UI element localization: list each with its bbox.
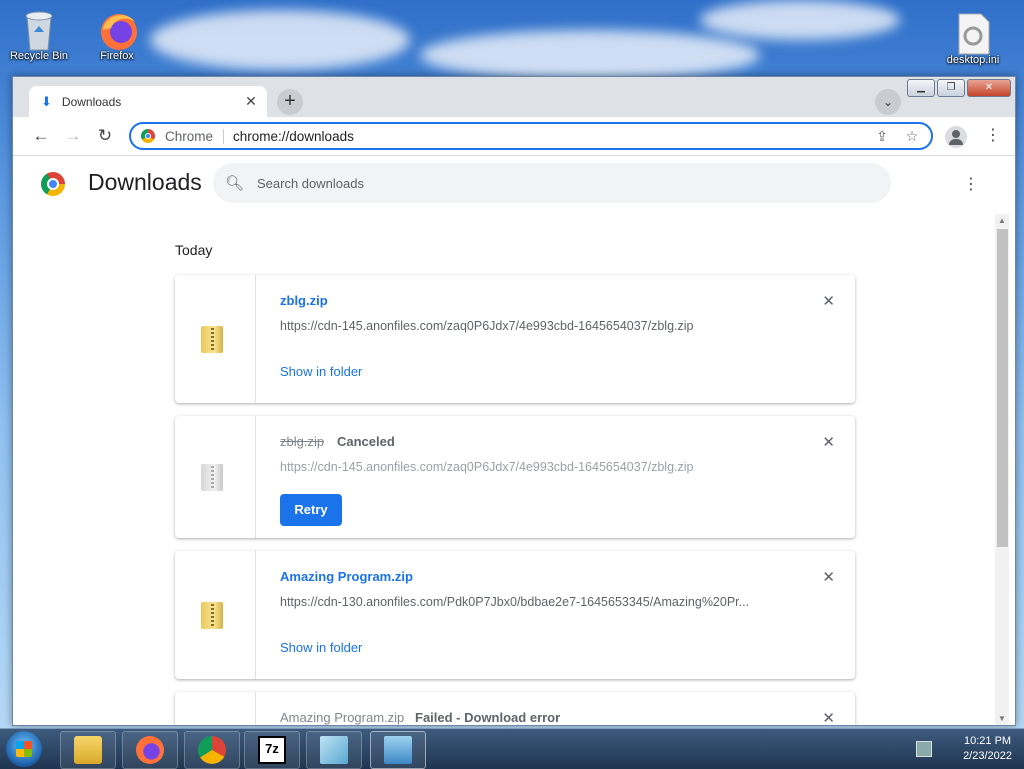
status-canceled: Canceled	[337, 434, 395, 449]
clock-date: 2/23/2022	[963, 750, 1012, 762]
download-item: Amazing Program.zip https://cdn-130.anon…	[175, 551, 855, 679]
settings-file-icon	[953, 12, 993, 55]
scroll-up-arrow-icon[interactable]: ▲	[998, 216, 1006, 225]
chrome-chip-label: Chrome	[165, 128, 225, 144]
page-more-menu-icon[interactable]: ⋮	[963, 174, 979, 194]
show-in-folder-link[interactable]: Show in folder	[280, 364, 362, 379]
firefox-label: Firefox	[100, 50, 134, 62]
desktop-ini-label: desktop.ini	[946, 54, 1000, 66]
status-failed: Failed - Download error	[415, 710, 561, 725]
zip-file-icon	[201, 323, 225, 353]
reload-icon[interactable]: ↻	[95, 126, 115, 146]
taskbar-7zip[interactable]: 7z	[244, 731, 300, 769]
address-bar[interactable]: Chrome chrome://downloads ⇪ ☆	[129, 122, 933, 150]
recycle-bin-desktop-icon[interactable]: Recycle Bin	[4, 4, 74, 62]
taskbar: 7z 10:21 PM 2/23/2022	[0, 728, 1024, 769]
search-input[interactable]	[255, 174, 859, 192]
downloads-header: Downloads 🔍︎ ⋮	[13, 156, 1015, 212]
file-url[interactable]: https://cdn-130.anonfiles.com/Pdk0P7Jbx0…	[280, 595, 749, 609]
start-button-windows-icon[interactable]	[6, 731, 42, 767]
system-clock[interactable]: 10:21 PM 2/23/2022	[963, 734, 1012, 764]
taskbar-firefox[interactable]	[122, 731, 178, 769]
remove-item-close-icon[interactable]: ✕	[822, 292, 835, 310]
tab-downloads[interactable]: ⬇ Downloads ✕	[29, 86, 267, 117]
file-url[interactable]: https://cdn-145.anonfiles.com/zaq0P6Jdx7…	[280, 460, 693, 474]
file-name-canceled: zblg.zip	[280, 434, 325, 449]
cloud	[700, 0, 900, 40]
profile-avatar-icon[interactable]	[945, 126, 967, 148]
new-tab-button[interactable]: +	[277, 89, 303, 115]
remove-item-close-icon[interactable]: ✕	[822, 433, 835, 451]
search-downloads-box[interactable]: 🔍︎	[213, 163, 891, 203]
download-item: Amazing Program.zip Failed - Download er…	[175, 692, 855, 725]
bookmark-star-icon[interactable]: ☆	[901, 128, 923, 145]
file-icon-column	[175, 416, 256, 538]
tab-search-button[interactable]: ⌄	[875, 89, 901, 115]
back-arrow-icon[interactable]: ←	[31, 126, 51, 146]
recycle-bin-label: Recycle Bin	[9, 50, 69, 62]
notepad-icon	[320, 736, 348, 764]
zip-file-icon	[201, 461, 225, 491]
firefox-icon	[97, 8, 137, 50]
remove-item-close-icon[interactable]: ✕	[822, 568, 835, 586]
taskbar-notepad[interactable]	[306, 731, 362, 769]
cloud	[420, 30, 760, 80]
zip-file-icon	[201, 599, 225, 629]
forward-arrow-icon[interactable]: →	[63, 126, 83, 146]
download-icon: ⬇	[41, 93, 52, 109]
folder-icon	[74, 736, 102, 764]
chrome-logo-icon	[41, 172, 65, 196]
section-label-today: Today	[175, 242, 213, 258]
scroll-down-arrow-icon[interactable]: ▼	[998, 714, 1006, 723]
file-name-failed: Amazing Program.zip	[280, 710, 405, 725]
firefox-desktop-icon[interactable]: Firefox	[82, 4, 152, 62]
chrome-chip-icon	[141, 129, 155, 143]
network-tray-icon[interactable]	[916, 741, 932, 757]
downloads-page: Downloads 🔍︎ ⋮ ▲ ▼ Today zblg.zip https:…	[13, 156, 1015, 725]
taskbar-network[interactable]	[370, 731, 426, 769]
cloud	[150, 10, 410, 70]
file-name-link[interactable]: Amazing Program.zip	[280, 569, 413, 584]
firefox-icon	[136, 736, 164, 764]
scrollbar[interactable]: ▲ ▼	[995, 214, 1009, 725]
network-icon	[384, 736, 412, 764]
download-item: zblg.zip https://cdn-145.anonfiles.com/z…	[175, 275, 855, 403]
remove-item-close-icon[interactable]: ✕	[822, 709, 835, 725]
file-url[interactable]: https://cdn-145.anonfiles.com/zaq0P6Jdx7…	[280, 319, 693, 333]
search-icon: 🔍︎	[225, 175, 245, 192]
browser-toolbar: ← → ↻ Chrome chrome://downloads ⇪ ☆ ⋮	[13, 117, 1015, 156]
taskbar-explorer[interactable]	[60, 731, 116, 769]
file-icon-column	[175, 551, 256, 679]
clock-time: 10:21 PM	[963, 735, 1012, 747]
download-item: zblg.zip Canceled https://cdn-145.anonfi…	[175, 416, 855, 538]
tab-title: Downloads	[61, 94, 122, 109]
tab-close-icon[interactable]: ✕	[243, 93, 259, 110]
7zip-icon: 7z	[258, 736, 286, 764]
file-icon-column	[175, 275, 256, 403]
chrome-icon	[198, 736, 226, 764]
chrome-window: ▁ ❐ ✕ ⬇ Downloads ✕ + ⌄ ← → ↻ Chrome chr…	[12, 76, 1016, 726]
scroll-thumb[interactable]	[997, 229, 1008, 547]
taskbar-chrome[interactable]	[184, 731, 240, 769]
chrome-menu-icon[interactable]: ⋮	[985, 126, 1001, 146]
desktop-ini-desktop-icon[interactable]: desktop.ini	[938, 8, 1008, 66]
file-icon-column	[175, 692, 256, 725]
page-title: Downloads	[88, 169, 202, 195]
share-icon[interactable]: ⇪	[871, 128, 893, 145]
url-text[interactable]: chrome://downloads	[233, 129, 871, 144]
tab-strip: ⬇ Downloads ✕ + ⌄	[13, 77, 1015, 117]
retry-button[interactable]: Retry	[280, 494, 342, 526]
file-name-link[interactable]: zblg.zip	[280, 293, 328, 308]
show-in-folder-link[interactable]: Show in folder	[280, 640, 362, 655]
recycle-bin-icon	[19, 8, 59, 51]
